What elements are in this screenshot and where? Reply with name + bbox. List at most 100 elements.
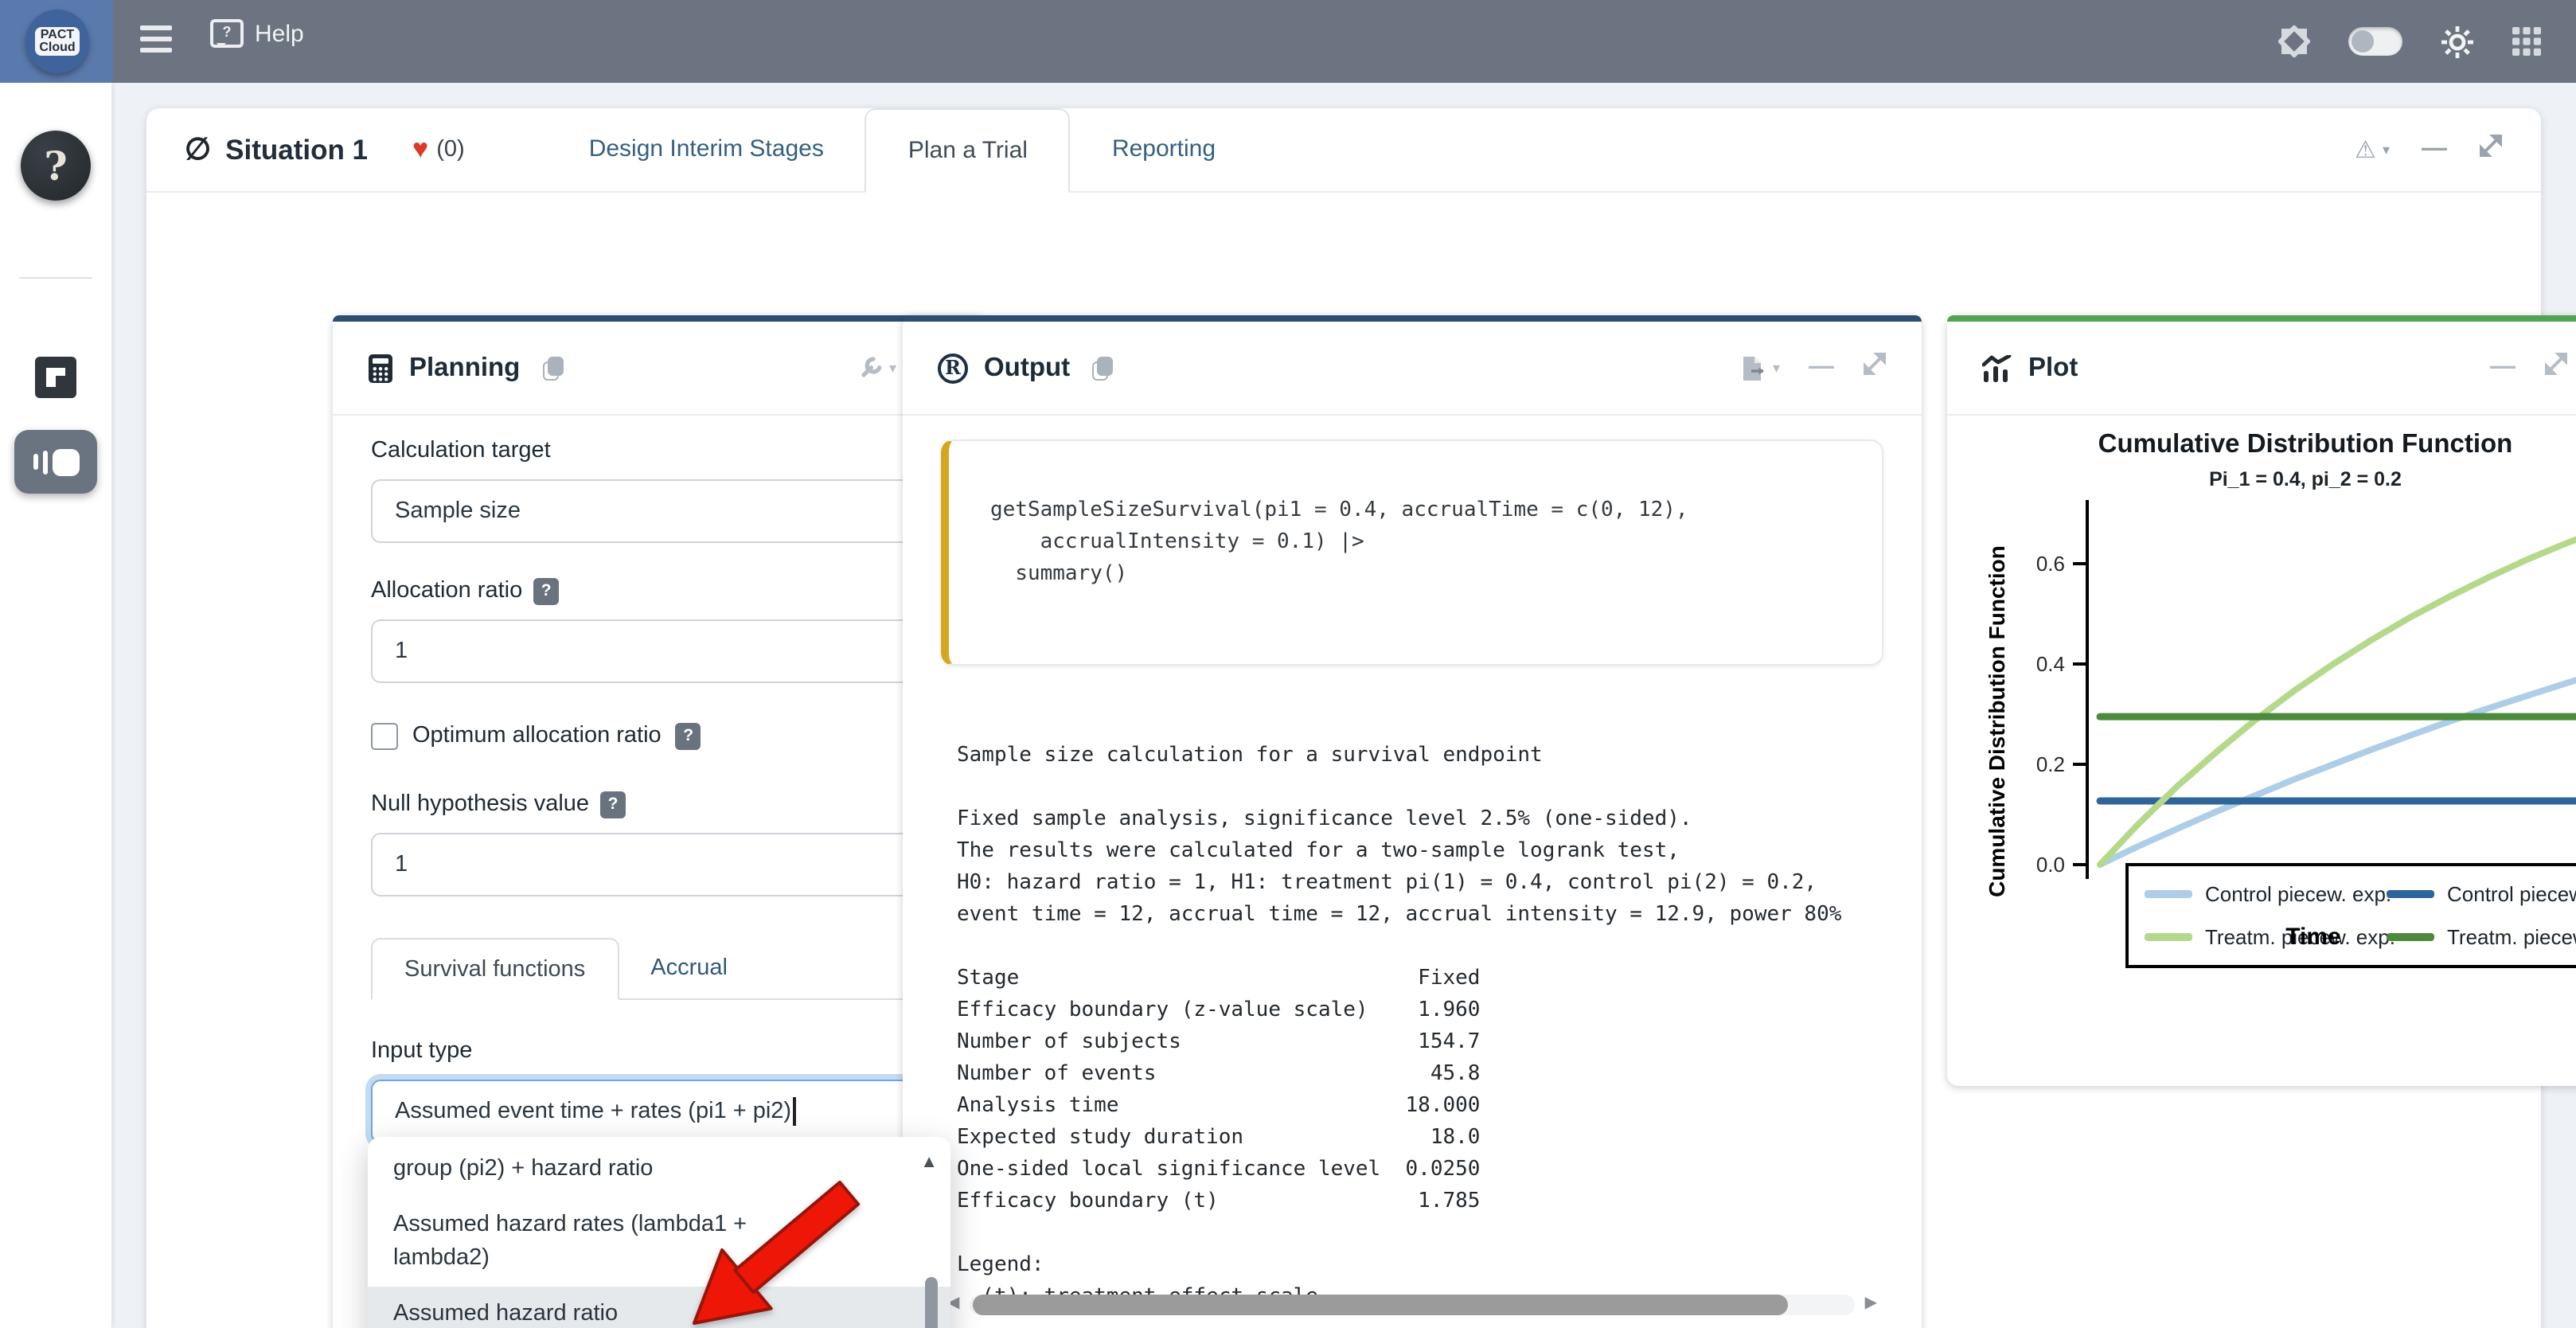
input-type-label: Input type	[371, 1035, 947, 1067]
svg-text:0.0: 0.0	[2036, 853, 2065, 877]
warnings-dropdown[interactable]: ⚠ ▾	[2355, 135, 2390, 164]
minimize-card-button[interactable]: —	[2422, 137, 2447, 162]
legend-label: Treatm. piecew. lambda	[2447, 925, 2576, 949]
expand-panel-button[interactable]	[2544, 352, 2568, 384]
logo-line2: Cloud	[39, 41, 75, 55]
empty-set-icon: ∅	[185, 131, 211, 168]
expand-card-button[interactable]	[2479, 134, 2503, 166]
legend-swatch	[2145, 891, 2192, 898]
planning-panel: Planning ▾ — Calculation target	[333, 315, 986, 1328]
dropdown-scrollbar-thumb[interactable]	[925, 1277, 938, 1328]
copy-icon[interactable]	[1092, 356, 1113, 380]
help-label: Help	[255, 20, 304, 47]
svg-text:0.4: 0.4	[2036, 652, 2065, 676]
chart-title: Cumulative Distribution Function	[1947, 430, 2576, 460]
chart-legend: Control piecew. exp. Control piecew. lamb…	[2125, 863, 2576, 968]
rpact-cloud-logo[interactable]: PACT Cloud	[0, 0, 113, 83]
r-code-block: getSampleSizeSurvival(pi1 = 0.4, accrual…	[941, 439, 1883, 666]
svg-text:0.6: 0.6	[2036, 552, 2065, 576]
heart-like-icon[interactable]: ♥	[412, 134, 428, 166]
apps-grid-icon[interactable]	[2512, 27, 2541, 56]
calculator-icon	[368, 353, 393, 383]
tab-design-interim-stages[interactable]: Design Interim Stages	[548, 108, 865, 191]
tab-reporting[interactable]: Reporting	[1071, 108, 1257, 191]
chevron-down-icon: ▾	[889, 359, 896, 377]
file-export-icon	[1743, 354, 1766, 381]
warning-triangle-icon: ⚠	[2355, 135, 2376, 164]
legend-item: Control piecew. exp.	[2145, 882, 2387, 906]
plot-title: Plot	[2028, 353, 2078, 383]
input-type-select[interactable]: Assumed event time + rates (pi1 + pi2) ▲	[371, 1080, 947, 1143]
expand-panel-button[interactable]	[1863, 352, 1887, 384]
scroll-right-icon[interactable]: ▶	[1865, 1296, 1877, 1312]
situation-card: ∅ Situation 1 ♥ (0) Design Interim Stage…	[146, 108, 2541, 1328]
dark-mode-toggle[interactable]	[2348, 27, 2402, 56]
tab-accrual[interactable]: Accrual	[619, 938, 759, 998]
scrollbar-thumb[interactable]	[972, 1294, 1787, 1314]
steps-icon[interactable]	[35, 357, 76, 398]
null-hypothesis-label: Null hypothesis value	[371, 791, 589, 817]
planning-title: Planning	[409, 353, 520, 383]
calculation-target-value: Sample size	[395, 498, 521, 524]
dropdown-option[interactable]: Assumed hazard rates (lambda1 + lambda2)	[368, 1197, 950, 1287]
sidebar-divider	[19, 277, 92, 279]
legend-swatch	[2387, 891, 2434, 898]
legend-item: Control piecew. lambda	[2387, 882, 2576, 906]
wrench-icon	[859, 356, 883, 380]
null-hypothesis-input[interactable]: 1	[371, 833, 947, 896]
calculation-target-label: Calculation target	[371, 435, 947, 467]
chart-xlabel: Time	[2186, 924, 2441, 951]
situation-tabs: Design Interim Stages Plan a Trial Repor…	[548, 108, 1257, 191]
left-sidebar: ?	[0, 83, 111, 1328]
output-report-text: Sample size calculation for a survival e…	[957, 740, 1890, 1314]
help-question-badge[interactable]: ?	[600, 791, 626, 818]
output-title: Output	[984, 353, 1070, 383]
allocation-ratio-label: Allocation ratio	[371, 578, 522, 603]
copy-icon[interactable]	[542, 356, 563, 380]
minimize-panel-button[interactable]: —	[2490, 355, 2516, 381]
help-button[interactable]: ? Help	[210, 19, 304, 48]
hamburger-icon[interactable]	[140, 25, 175, 57]
panel-tool-button[interactable]	[14, 430, 97, 494]
input-type-value: Assumed event time + rates (pi1 + pi2)	[395, 1099, 791, 1124]
question-avatar-icon[interactable]: ?	[21, 131, 91, 201]
dropdown-options: group (pi2) + hazard ratioAssumed hazard…	[368, 1142, 950, 1328]
chart-subtitle: Pi_1 = 0.4, pi_2 = 0.2	[1947, 468, 2576, 490]
optimum-allocation-checkbox[interactable]	[371, 722, 398, 749]
dropdown-option[interactable]: Assumed hazard ratio	[368, 1287, 950, 1328]
tools-dropdown[interactable]: ▾	[859, 356, 896, 380]
situation-header: ∅ Situation 1 ♥ (0) Design Interim Stage…	[146, 108, 2541, 193]
text-cursor	[793, 1097, 795, 1126]
optimum-allocation-label: Optimum allocation ratio	[412, 723, 662, 748]
legend-swatch	[2145, 934, 2192, 941]
arrows-move-icon[interactable]	[2278, 25, 2310, 57]
chevron-down-icon: ▾	[1773, 359, 1780, 377]
output-panel: R Output ▾ —	[903, 315, 1922, 1328]
export-dropdown[interactable]: ▾	[1743, 354, 1780, 381]
app-window: PACT Cloud ? Help	[0, 0, 2576, 1328]
r-logo-icon: R	[938, 353, 968, 383]
situation-title: Situation 1	[225, 133, 368, 166]
help-chat-icon: ?	[210, 19, 244, 48]
tab-survival-functions[interactable]: Survival functions	[371, 938, 619, 1000]
scrollbar-track[interactable]	[969, 1294, 1855, 1314]
output-horizontal-scrollbar: ◀ ▶	[947, 1293, 1877, 1315]
settings-gear-icon[interactable]	[2441, 25, 2474, 58]
minimize-panel-button[interactable]: —	[1809, 355, 1834, 381]
svg-text:0.2: 0.2	[2036, 752, 2065, 776]
legend-label: Control piecew. exp.	[2205, 882, 2391, 906]
likes-count: (0)	[436, 137, 464, 162]
rpact-logo-icon: PACT Cloud	[25, 10, 89, 73]
help-question-badge[interactable]: ?	[676, 722, 701, 749]
r-code-text: getSampleSizeSurvival(pi1 = 0.4, accrual…	[990, 495, 1882, 591]
scroll-up-icon[interactable]: ▲	[920, 1153, 938, 1172]
help-question-badge[interactable]: ?	[533, 577, 559, 604]
chart-icon	[1982, 354, 2012, 381]
legend-label: Control piecew. lambda	[2447, 882, 2576, 906]
allocation-ratio-input[interactable]: 1	[371, 619, 947, 683]
dropdown-option[interactable]: group (pi2) + hazard ratio	[368, 1142, 950, 1197]
input-type-dropdown-list: group (pi2) + hazard ratioAssumed hazard…	[368, 1137, 950, 1328]
tab-plan-a-trial[interactable]: Plan a Trial	[865, 108, 1071, 193]
planning-subtabs: Survival functions Accrual	[371, 938, 947, 1000]
calculation-target-select[interactable]: Sample size ▼	[371, 479, 947, 543]
